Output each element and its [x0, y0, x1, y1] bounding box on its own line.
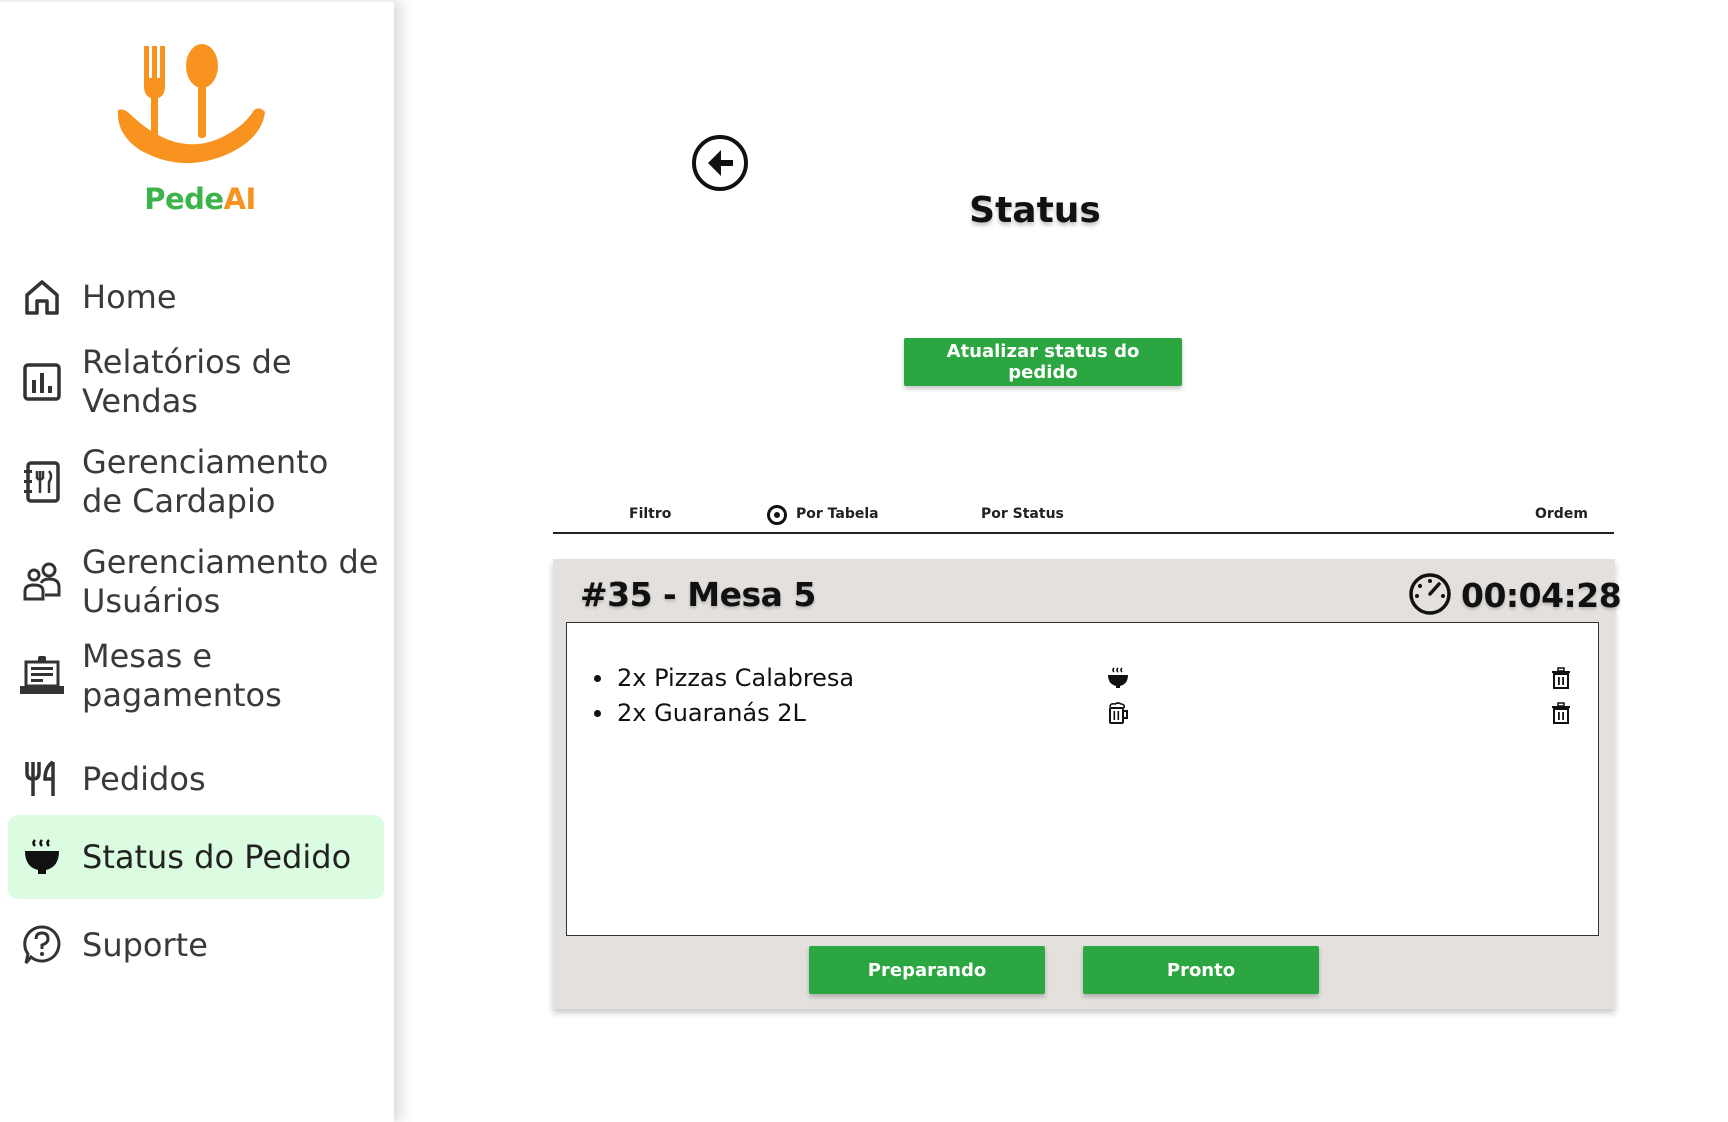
sidebar-item-reports[interactable]: Relatórios de Vendas	[8, 340, 384, 424]
order-title: #35 - Mesa 5	[580, 575, 816, 614]
sidebar-item-label: Status do Pedido	[82, 837, 352, 876]
back-arrow-icon[interactable]	[691, 134, 749, 192]
sidebar: PedeAI Home Relatórios de Vendas Gerenci…	[0, 0, 394, 1122]
radio-por-tabela[interactable]	[767, 505, 787, 525]
users-icon	[18, 558, 66, 606]
list-item: 2x Guaranás 2L	[567, 696, 1598, 730]
trash-icon[interactable]	[1549, 701, 1573, 725]
bullet	[594, 710, 601, 717]
sidebar-item-tables[interactable]: Mesas e pagamentos	[8, 634, 384, 718]
sidebar-item-label: Pedidos	[82, 759, 206, 798]
pedeai-logo: PedeAI	[110, 42, 290, 222]
beer-mug-icon	[1106, 701, 1130, 725]
bullet	[594, 675, 601, 682]
sidebar-item-support[interactable]: Suporte	[8, 920, 384, 970]
timer-icon	[1408, 572, 1452, 616]
hot-bowl-icon	[1106, 666, 1130, 690]
order-card: #35 - Mesa 5 00:04:28 2x Pizzas Calabres…	[553, 559, 1622, 1009]
trash-icon[interactable]	[1549, 666, 1573, 690]
logo-text: PedeAI	[144, 182, 256, 216]
list-item: 2x Pizzas Calabresa	[567, 661, 1598, 695]
report-icon	[18, 358, 66, 406]
utensils-icon	[18, 755, 66, 803]
item-text: 2x Pizzas Calabresa	[617, 664, 855, 692]
filter-label: Filtro	[629, 506, 672, 522]
sidebar-item-users[interactable]: Gerenciamento de Usuários	[8, 540, 384, 624]
page-title: Status	[969, 190, 1101, 231]
cash-register-icon	[18, 652, 66, 700]
sidebar-item-label: Relatórios de Vendas	[82, 343, 292, 420]
order-label[interactable]: Ordem	[1535, 506, 1588, 522]
sidebar-item-label: Gerenciamento de Usuários	[82, 543, 379, 620]
filter-bar: Filtro Por Tabela Por Status Ordem	[553, 500, 1614, 534]
order-items-list: 2x Pizzas Calabresa 2x Guaranás 2L	[566, 622, 1599, 936]
item-text: 2x Guaranás 2L	[617, 699, 806, 727]
home-icon	[18, 273, 66, 321]
update-order-status-button[interactable]: Atualizar status do pedido	[904, 338, 1182, 386]
filter-option-table[interactable]: Por Tabela	[796, 506, 879, 522]
menu-book-icon	[18, 458, 66, 506]
hot-bowl-icon	[18, 833, 66, 881]
order-timer: 00:04:28	[1461, 576, 1622, 615]
sidebar-item-label: Home	[82, 277, 177, 316]
help-icon	[18, 921, 66, 969]
preparing-button[interactable]: Preparando	[809, 946, 1045, 994]
sidebar-item-menu[interactable]: Gerenciamento de Cardapio	[8, 440, 384, 524]
sidebar-item-order-status[interactable]: Status do Pedido	[8, 815, 384, 899]
sidebar-item-home[interactable]: Home	[8, 272, 384, 322]
ready-button[interactable]: Pronto	[1083, 946, 1319, 994]
sidebar-item-label: Mesas e pagamentos	[82, 637, 282, 714]
sidebar-item-orders[interactable]: Pedidos	[8, 754, 384, 804]
filter-option-status[interactable]: Por Status	[981, 506, 1064, 522]
sidebar-item-label: Suporte	[82, 925, 208, 964]
sidebar-item-label: Gerenciamento de Cardapio	[82, 443, 329, 520]
